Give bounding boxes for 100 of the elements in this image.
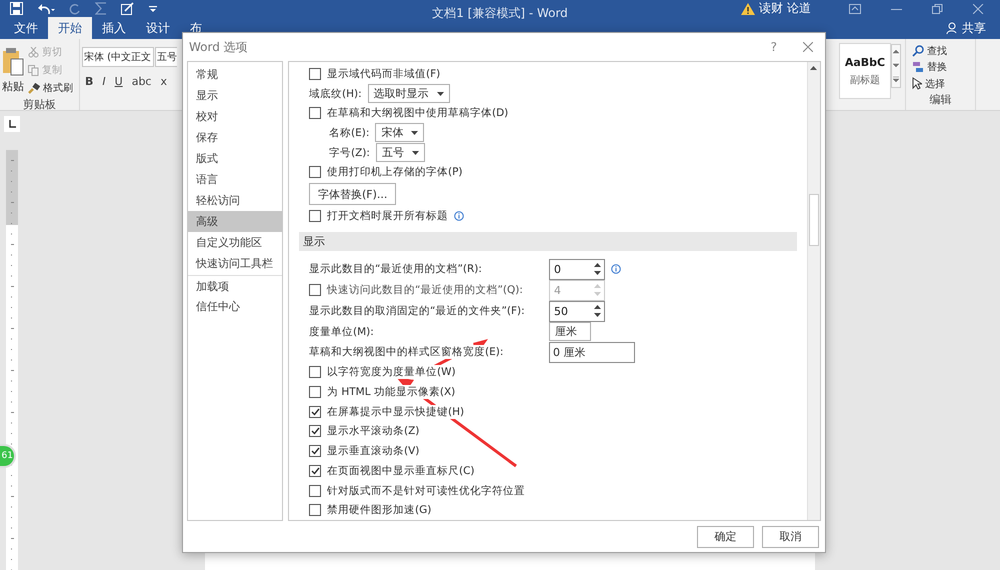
category-item[interactable]: 校对 — [188, 106, 282, 127]
checkbox[interactable] — [309, 366, 321, 378]
font-name-field[interactable]: 宋体 (中文正文 — [82, 47, 154, 67]
category-item[interactable]: 语言 — [188, 169, 282, 190]
paste-button[interactable]: 粘贴 — [2, 78, 24, 94]
checkbox[interactable] — [309, 68, 321, 80]
help-button[interactable]: ? — [770, 40, 777, 54]
clipboard-command[interactable]: 格式刷 — [43, 81, 73, 95]
editing-command[interactable]: 查找 — [927, 44, 947, 58]
option-label: 在页面视图中显示垂直标尺(C) — [327, 464, 475, 478]
restore-icon[interactable] — [932, 4, 943, 14]
font-format-button[interactable]: x — [160, 75, 167, 88]
option-label: 显示域代码而非域值(F) — [327, 66, 440, 81]
edit-icon[interactable] — [121, 2, 135, 15]
category-item[interactable]: 信任中心 — [188, 296, 282, 317]
checkbox[interactable] — [309, 445, 321, 458]
checkbox[interactable] — [309, 484, 321, 496]
scrollbar[interactable] — [807, 62, 820, 520]
checkbox[interactable] — [309, 425, 321, 438]
account-name[interactable]: 读财 论道 — [759, 0, 811, 17]
editing-command[interactable]: 替换 — [927, 60, 947, 74]
option-label: 在草稿和大纲视图中使用草稿字体(D) — [327, 106, 508, 120]
close-icon[interactable] — [803, 42, 813, 52]
font-format-button[interactable]: I — [102, 75, 106, 88]
category-item[interactable]: 高级 — [188, 211, 282, 232]
category-item[interactable]: 轻松访问 — [188, 190, 282, 211]
option-label: 以字符宽度为度量单位(W) — [327, 365, 456, 380]
customize-icon[interactable] — [149, 4, 157, 12]
number-spinner[interactable]: 0 — [549, 258, 605, 280]
section-header: 显示 — [299, 232, 797, 251]
clipboard-icon[interactable] — [2, 46, 24, 76]
gallery-scroll-icon[interactable] — [891, 44, 901, 88]
share-button[interactable]: 共享 — [962, 20, 986, 36]
dropdown-caret-icon — [411, 130, 418, 135]
dropdown-field[interactable]: 五号 — [376, 143, 425, 162]
tab-stop-icon[interactable] — [4, 116, 20, 132]
option-label: 显示垂直滚动条(V) — [327, 444, 420, 458]
close-icon[interactable] — [973, 4, 984, 14]
dropdown-field[interactable]: 选取时显示 — [368, 84, 450, 104]
category-item[interactable]: 加载项 — [188, 275, 282, 296]
dropdown-field[interactable]: 宋体 — [375, 123, 424, 142]
checkbox[interactable] — [309, 504, 321, 516]
checkbox[interactable] — [309, 166, 321, 178]
dropdown-caret-icon — [412, 150, 419, 155]
option-label: 在屏幕提示中显示快捷键(H) — [327, 404, 464, 419]
spin-arrows-icon[interactable] — [594, 262, 601, 276]
editing-command[interactable]: 选择 — [925, 76, 945, 91]
font-size-field[interactable]: 五号 — [155, 47, 177, 67]
group-label: 编辑 — [928, 92, 952, 108]
style-name: 副标题 — [850, 74, 880, 86]
ribbon-tab[interactable]: 文件 — [4, 17, 48, 39]
category-item[interactable]: 版式 — [188, 148, 282, 169]
scroll-thumb[interactable] — [809, 194, 819, 246]
cursor-icon — [912, 77, 922, 90]
sum-icon[interactable] — [95, 2, 107, 15]
brush-icon — [28, 82, 40, 94]
save-icon[interactable] — [10, 2, 23, 15]
checkbox[interactable] — [309, 386, 321, 398]
ribbon-tab[interactable]: 开始 — [48, 17, 92, 39]
window-title: 文档1 [兼容模式] - Word — [432, 5, 568, 22]
person-icon — [946, 22, 959, 34]
copy-icon — [28, 64, 39, 76]
ribbon-tab[interactable]: 设计 — [136, 17, 180, 39]
option-label: 禁用硬件图形加速(G) — [327, 503, 432, 518]
number-spinner[interactable]: 50 — [549, 300, 605, 322]
option-label: 字号(Z): — [329, 146, 370, 160]
search-icon — [912, 45, 924, 58]
font-format-button[interactable]: abc — [132, 75, 152, 88]
ribbon-display-icon[interactable] — [849, 4, 861, 14]
category-item[interactable]: 自定义功能区 — [188, 232, 282, 253]
category-item[interactable]: 显示 — [188, 85, 282, 106]
dialog-button[interactable]: 确定 — [697, 526, 754, 548]
checkbox[interactable] — [309, 464, 321, 477]
category-item[interactable]: 保存 — [188, 127, 282, 148]
replace-icon — [912, 61, 924, 74]
option-label: 针对版式而不是针对可读性优化字符位置 — [327, 484, 525, 498]
font-substitution-button[interactable]: 字体替换(F)... — [309, 183, 396, 206]
checkbox[interactable] — [309, 406, 321, 418]
input-field[interactable]: 0 厘米 — [549, 342, 635, 363]
dialog-button[interactable]: 取消 — [762, 526, 819, 548]
font-format-button[interactable]: B — [85, 75, 94, 88]
redo-icon[interactable] — [69, 2, 81, 14]
spin-arrows-icon[interactable] — [594, 304, 601, 318]
dropdown-field[interactable]: 厘米 — [549, 322, 591, 342]
option-label: 为 HTML 功能显示像素(X) — [327, 385, 456, 400]
undo-icon[interactable] — [37, 2, 55, 14]
option-label: 打开文档时展开所有标题 — [327, 208, 448, 223]
style-preview: AaBbC — [844, 56, 886, 68]
checkbox[interactable] — [309, 107, 321, 120]
category-item[interactable]: 常规 — [188, 64, 282, 85]
ribbon-tab[interactable]: 插入 — [92, 17, 136, 39]
category-item[interactable]: 快速访问工具栏 — [188, 253, 282, 274]
checkbox[interactable] — [309, 210, 321, 222]
style-gallery[interactable]: AaBbC 副标题 — [839, 43, 891, 99]
group-label: 剪贴板 — [22, 97, 57, 113]
dropdown-caret-icon — [436, 92, 444, 96]
warning-icon — [741, 2, 756, 14]
option-label: 名称(E): — [329, 126, 370, 140]
option-label: 使用打印机上存储的字体(P) — [327, 165, 463, 180]
font-format-button[interactable]: U — [114, 75, 123, 88]
